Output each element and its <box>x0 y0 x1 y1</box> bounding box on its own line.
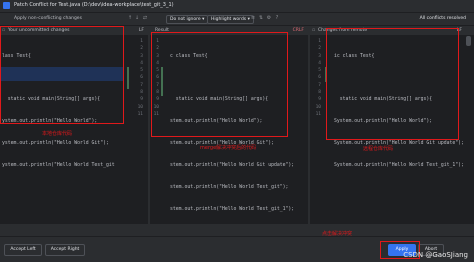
sync-scroll-icon[interactable]: ⇅ <box>258 15 264 21</box>
right-line-5: System.out.println("Hello World Git upda… <box>334 141 464 147</box>
csdn-watermark: CSDN @GaoSJiang <box>403 251 468 259</box>
right-scrollbar[interactable] <box>466 36 471 46</box>
result-line-6: stem.out.println("Hello World Git update… <box>170 163 295 169</box>
left-annotation-label: 本地仓库代码 <box>42 131 73 137</box>
left-line-separator[interactable]: LF <box>139 26 144 35</box>
apply-nonconflicting-button[interactable]: Apply non-conflicting changes <box>14 16 82 21</box>
swap-icon[interactable]: ⇄ <box>142 15 148 21</box>
result-line-7: stem.out.println("Hello World Test_git")… <box>170 184 289 190</box>
left-annotation-box <box>0 26 124 124</box>
title-bar: Patch Conflict for Test.java (D:\dev\ide… <box>0 0 474 13</box>
accept-left-button[interactable]: Accept Left <box>4 244 42 256</box>
highlight-mode-select[interactable]: Highlight words ▾ <box>207 15 254 24</box>
ignore-whitespace-select[interactable]: Do not ignore ▾ <box>166 15 209 24</box>
intellij-app-icon <box>3 2 10 9</box>
settings-gear-icon[interactable]: ⚙ <box>266 15 272 21</box>
result-line-separator[interactable]: CRLF <box>293 26 304 35</box>
accept-right-button[interactable]: Accept Right <box>45 244 85 256</box>
result-annotation-box <box>151 32 288 137</box>
left-line-6: ystem.out.println("Hello World Test_git <box>2 163 115 169</box>
left-line-5: ystem.out.println("Hello World Git"); <box>2 141 109 147</box>
right-gutter: 1 2 3 4 5 6 7 8 9 10 11 <box>315 39 321 117</box>
patch-conflict-dialog: Patch Conflict for Test.java (D:\dev\ide… <box>0 0 474 262</box>
previous-difference-icon[interactable]: ↑ <box>127 15 133 21</box>
result-annotation-label: merge解决冲突后的代码 <box>200 145 257 151</box>
lock-icon: ▫ <box>312 28 316 33</box>
window-title: Patch Conflict for Test.java (D:\dev\ide… <box>14 2 174 8</box>
result-line-8: stem.out.println("Hello World Test_git_1… <box>170 206 295 212</box>
left-change-marker <box>127 67 129 89</box>
diff-toolbar: Apply non-conflicting changes ↑ ↓ ⇄ Do n… <box>0 13 474 26</box>
right-line-6: System.out.println("Hello World Test_git… <box>334 163 464 169</box>
next-difference-icon[interactable]: ↓ <box>134 15 140 21</box>
help-icon[interactable]: ? <box>274 15 280 21</box>
right-annotation-box <box>326 28 459 140</box>
conflict-status: All conflicts resolved <box>419 16 466 21</box>
right-annotation-label: 远程仓库代码 <box>363 146 394 152</box>
collapse-icon[interactable]: ≡ <box>250 15 256 21</box>
left-gutter: 1 2 3 4 5 6 7 8 9 10 11 <box>137 39 143 117</box>
